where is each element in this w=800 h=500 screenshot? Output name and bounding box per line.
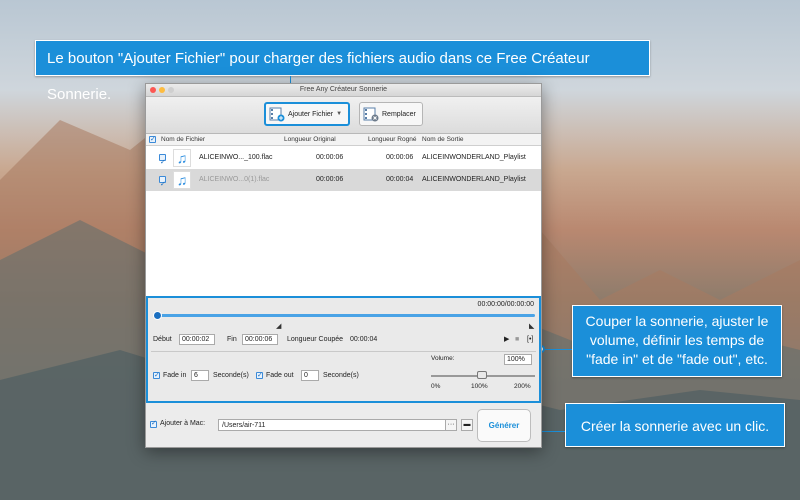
callout-editor-line3: "fade in" et de "fade out", etc.	[586, 351, 768, 367]
fade-out-label: Fade out	[266, 372, 294, 379]
volume-label: Volume:	[431, 355, 455, 362]
replace-label: Remplacer	[382, 110, 416, 118]
header-cut-length[interactable]: Longueur Rogné	[368, 134, 416, 145]
row-original-length: 00:00:06	[316, 154, 344, 161]
stop-icon[interactable]: ■	[515, 334, 519, 346]
fade-out-stepper[interactable]: 0	[301, 370, 319, 381]
callout-editor: Couper la sonnerie, ajuster le volume, d…	[572, 305, 782, 377]
close-window-button[interactable]	[150, 87, 156, 93]
editor-divider	[151, 351, 536, 352]
music-note-icon: ♫	[173, 171, 191, 189]
music-note-icon: ♫	[173, 149, 191, 167]
volume-slider-knob[interactable]	[477, 371, 487, 379]
start-marker-handle[interactable]: ◢	[276, 322, 281, 330]
more-options-button[interactable]: ···	[445, 419, 457, 431]
row-file-name: ALICEINWO...0(1).flac	[199, 176, 270, 183]
select-all-checkbox[interactable]	[149, 134, 156, 145]
output-bar: Ajouter à Mac: /Users/air-711 ··· ▬ Géné…	[146, 406, 541, 446]
minimize-window-button[interactable]	[159, 87, 165, 93]
playback-timecode: 00:00:00/00:00:00	[477, 301, 534, 308]
fade-in-seconds-label: Seconde(s)	[213, 372, 249, 379]
table-row[interactable]: ♫ ALICEINWO..._100.flac 00:00:06 00:00:0…	[146, 147, 541, 174]
folder-icon[interactable]: ▬	[461, 419, 473, 431]
table-row[interactable]: ♫ ALICEINWO...0(1).flac 00:00:06 00:00:0…	[146, 169, 541, 196]
replace-file-icon	[363, 107, 379, 122]
row-cut-length: 00:00:04	[386, 176, 414, 183]
row-file-name: ALICEINWO..._100.flac	[199, 154, 273, 161]
callout-connector-right	[542, 349, 572, 350]
output-path-field[interactable]: /Users/air-711	[218, 419, 446, 431]
header-original-length[interactable]: Longueur Original	[284, 134, 336, 145]
volume-control: Volume: 100% 0% 100% 200%	[428, 354, 536, 396]
callout-editor-line1: Couper la sonnerie, ajuster le	[585, 313, 769, 329]
volume-input[interactable]: 100%	[504, 354, 532, 365]
trim-controls: Début 00:00:02 Fin 00:00:06 Longueur Cou…	[153, 334, 538, 346]
end-label: Fin	[227, 336, 237, 343]
cut-length-value: 00:00:04	[350, 336, 378, 343]
row-checkbox[interactable]	[159, 152, 166, 174]
volume-min-label: 0%	[431, 383, 441, 390]
trim-editor-panel: 00:00:00/00:00:00 ◢ ◣ Début 00:00:02 Fin…	[146, 296, 541, 403]
add-to-mac-checkbox[interactable]	[150, 419, 157, 428]
end-time-input[interactable]: 00:00:06	[242, 334, 278, 345]
row-cut-length: 00:00:06	[386, 154, 414, 161]
volume-mid-label: 100%	[471, 383, 488, 390]
volume-max-label: 200%	[514, 383, 531, 390]
playhead-knob[interactable]	[153, 311, 162, 320]
app-window: Free Any Créateur Sonnerie Ajouter Fichi…	[145, 83, 542, 448]
add-file-icon	[269, 107, 285, 122]
callout-generate: Créer la sonnerie avec un clic.	[565, 403, 785, 447]
play-icon[interactable]: ▶	[504, 334, 509, 346]
window-title: Free Any Créateur Sonnerie	[299, 86, 388, 93]
header-file-name[interactable]: Nom de Fichier	[161, 134, 205, 145]
playback-track[interactable]	[154, 314, 535, 317]
file-list: ♫ ALICEINWO..._100.flac 00:00:06 00:00:0…	[146, 146, 541, 306]
fade-in-stepper[interactable]: 6	[191, 370, 209, 381]
generate-button[interactable]: Générer	[477, 409, 531, 442]
dropdown-caret-icon[interactable]: ▼	[336, 111, 342, 117]
add-file-button[interactable]: Ajouter Fichier ▼	[264, 102, 350, 126]
row-output-name: ALICEINWONDERLAND_Playlist	[422, 154, 526, 161]
callout-editor-line2: volume, définir les temps de	[589, 332, 765, 348]
add-to-mac-label: Ajouter à Mac:	[160, 420, 206, 427]
callout-add-file: Le bouton "Ajouter Fichier" pour charger…	[35, 40, 650, 103]
fade-out-seconds-label: Seconde(s)	[323, 372, 359, 379]
fade-out-checkbox[interactable]	[256, 370, 263, 381]
fade-controls: Fade in 6 Seconde(s) Fade out 0 Seconde(…	[153, 370, 423, 381]
row-output-name: ALICEINWONDERLAND_Playlist	[422, 176, 526, 183]
loop-clip-icon[interactable]: [•]	[527, 334, 533, 346]
row-original-length: 00:00:06	[316, 176, 344, 183]
cut-length-label: Longueur Coupée	[287, 336, 344, 343]
callout-generate-text: Créer la sonnerie avec un clic.	[580, 418, 770, 434]
fade-in-checkbox[interactable]	[153, 370, 160, 381]
header-output-name[interactable]: Nom de Sortie	[422, 134, 464, 145]
toolbar: Ajouter Fichier ▼ Remplacer	[146, 97, 541, 134]
replace-button[interactable]: Remplacer	[359, 102, 423, 126]
add-file-label: Ajouter Fichier	[288, 110, 334, 118]
row-checkbox[interactable]	[159, 174, 166, 196]
start-label: Début	[153, 336, 172, 343]
fade-in-label: Fade in	[163, 372, 187, 379]
file-table-header: Nom de Fichier Longueur Original Longueu…	[146, 134, 541, 146]
end-marker-handle[interactable]: ◣	[529, 322, 534, 330]
title-bar: Free Any Créateur Sonnerie	[146, 84, 541, 97]
zoom-window-button[interactable]	[168, 87, 174, 93]
start-time-input[interactable]: 00:00:02	[179, 334, 215, 345]
